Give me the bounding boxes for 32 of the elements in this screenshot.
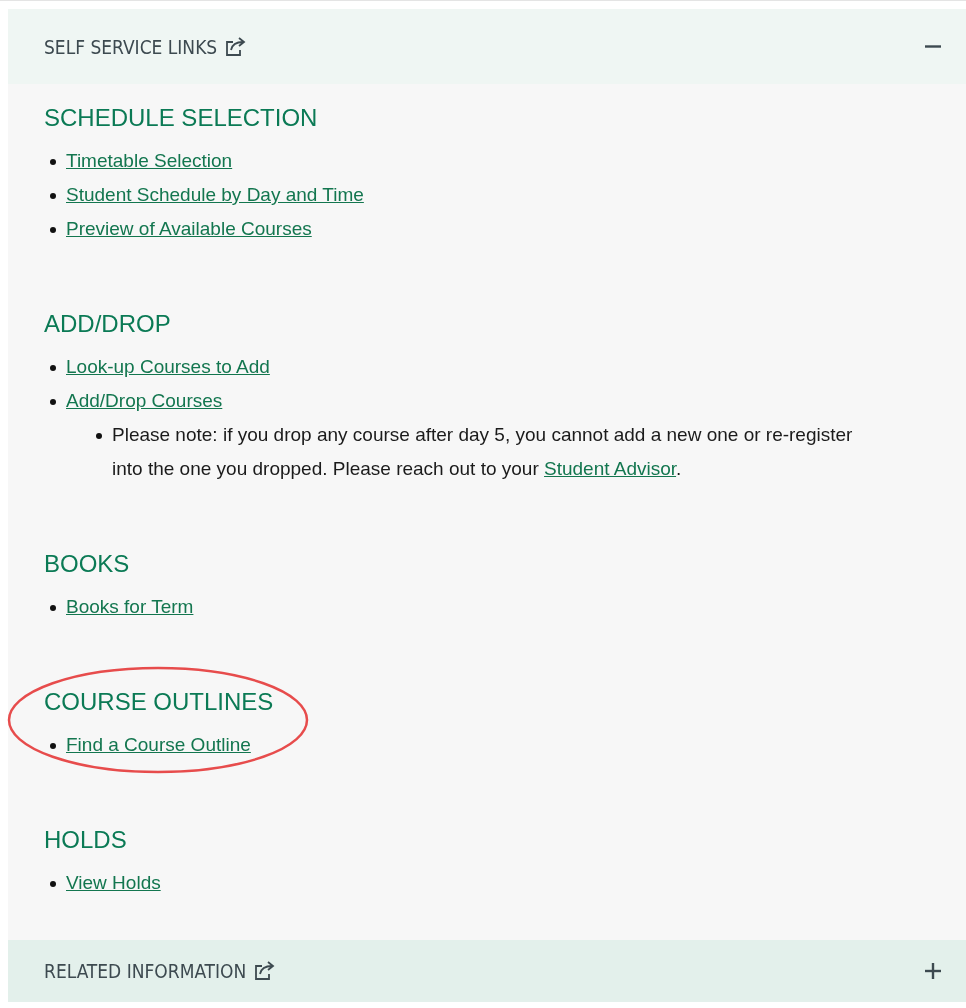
link[interactable]: View Holds <box>66 866 161 900</box>
bullet-icon <box>50 881 56 887</box>
external-link-icon <box>254 961 277 981</box>
accordion-header[interactable]: RELATED INFORMATION <box>8 940 966 1002</box>
bullet-icon <box>50 365 56 371</box>
bullet-icon <box>50 193 56 199</box>
link[interactable]: Add/Drop Courses <box>66 384 223 418</box>
section-heading: HOLDS <box>44 826 127 854</box>
advisor-link[interactable]: Student Advisor <box>544 458 677 479</box>
plus-icon <box>924 962 942 980</box>
bullet-icon <box>50 399 56 405</box>
panel-title: RELATED INFORMATION <box>44 960 247 982</box>
link[interactable]: Preview of Available Courses <box>66 212 312 246</box>
link[interactable]: Find a Course Outline <box>66 728 251 762</box>
bullet-icon <box>96 433 102 439</box>
section-heading: BOOKS <box>44 550 130 578</box>
link[interactable]: Timetable Selection <box>66 144 233 178</box>
bullet-icon <box>50 743 56 749</box>
link[interactable]: Student Schedule by Day and Time <box>66 178 364 212</box>
link[interactable]: Books for Term <box>66 590 194 624</box>
note-text: Please note: if you drop any course after day 5, you cannot add a new one or re-register into the one you dropped. Please reach out to your Student Advisor. <box>112 423 854 481</box>
section-heading: SCHEDULE SELECTION <box>44 104 318 132</box>
minus-icon <box>924 45 942 48</box>
external-link-icon <box>225 36 248 57</box>
bullet-icon <box>50 227 56 233</box>
section-heading: COURSE OUTLINES <box>44 688 274 716</box>
section-heading: ADD/DROP <box>44 310 171 338</box>
bullet-icon <box>50 605 56 611</box>
bullet-icon <box>50 159 56 165</box>
accordion-header[interactable]: SELF SERVICE LINKS <box>8 9 966 84</box>
panel-title: SELF SERVICE LINKS <box>44 35 218 58</box>
link[interactable]: Look-up Courses to Add <box>66 350 270 384</box>
